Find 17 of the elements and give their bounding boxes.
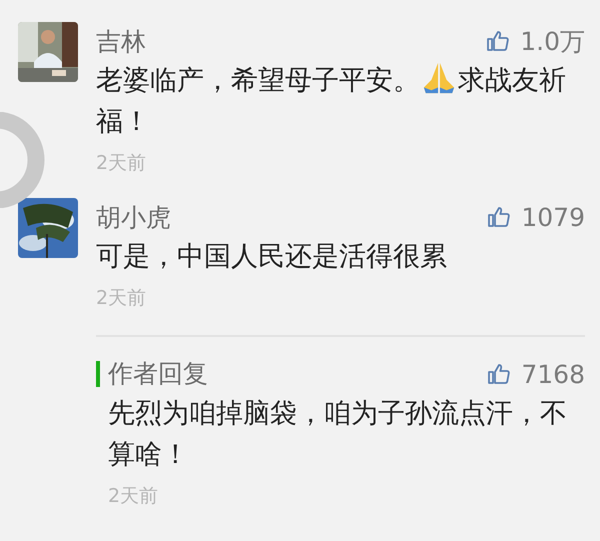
comment-text: 老婆临产，希望母子平安。: [96, 64, 420, 98]
thumbs-up-icon[interactable]: [486, 29, 510, 53]
comment-text: 求战友祈: [458, 64, 566, 98]
thumbs-up-icon[interactable]: [487, 362, 512, 386]
timestamp: 2天前: [107, 484, 160, 509]
timestamp: 2天前: [96, 151, 148, 176]
comment-text: 福！: [96, 105, 150, 139]
like-count: 7168: [521, 360, 585, 388]
author-reply-label: 作者回复: [96, 361, 208, 387]
like-count: 1079: [521, 202, 585, 232]
reply-text: 先烈为咱掉脑袋，咱为子孙流点汗，不算啥！: [107, 397, 568, 472]
timestamp: 2天前: [96, 286, 148, 311]
user-name[interactable]: 吉林: [96, 24, 146, 58]
user-name[interactable]: 胡小虎: [96, 200, 171, 234]
like-count: 1.0万: [520, 26, 585, 58]
comment-text: 可是，中国人民还是活得很累: [96, 240, 447, 274]
thumbs-up-icon[interactable]: [487, 205, 512, 229]
